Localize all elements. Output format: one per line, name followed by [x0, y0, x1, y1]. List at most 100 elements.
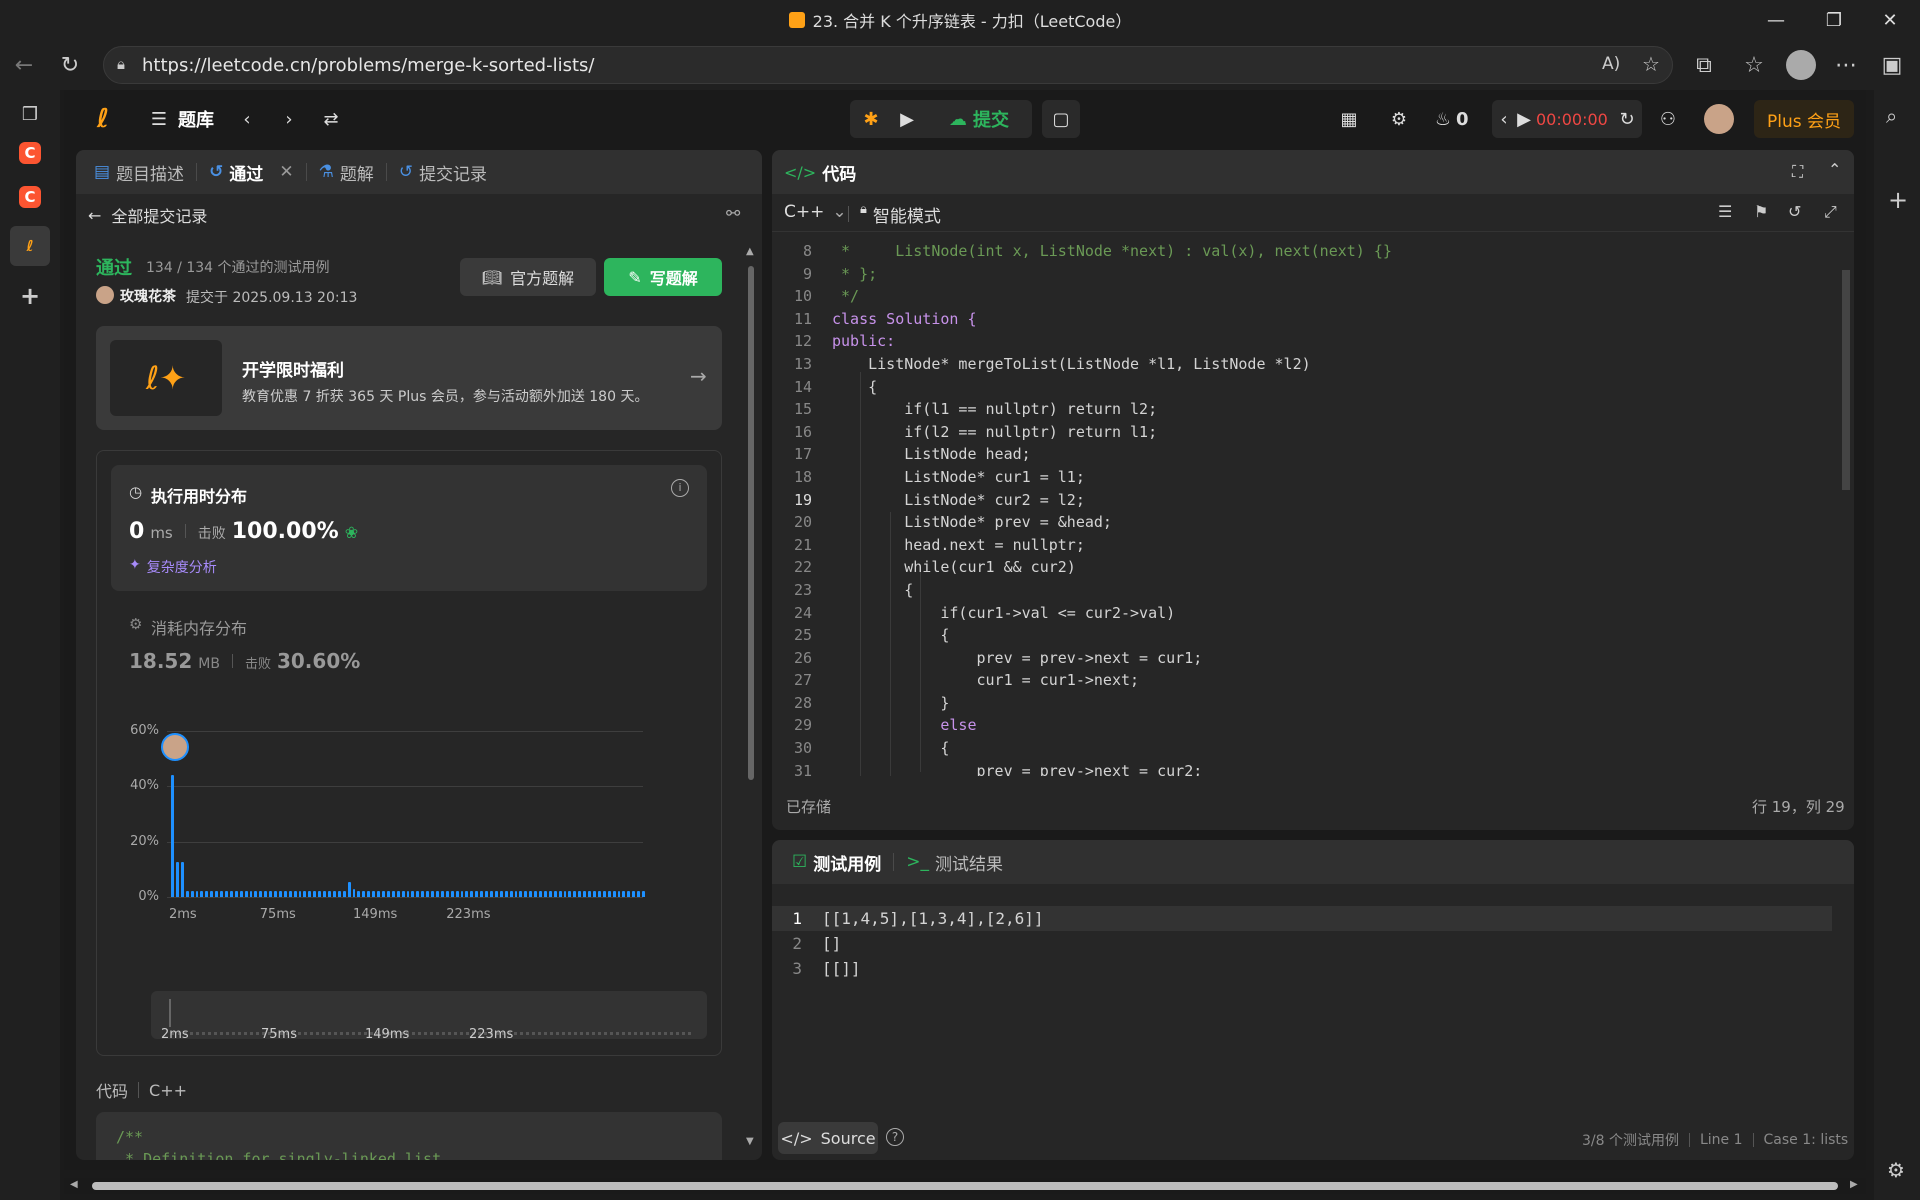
chart-bar[interactable] [313, 891, 317, 897]
source-button[interactable]: </> Source [778, 1122, 878, 1154]
chart-bar[interactable] [504, 891, 508, 897]
chart-bar[interactable] [494, 891, 498, 897]
chart-bar[interactable] [445, 891, 449, 897]
bookmark-icon[interactable]: ⚑ [1754, 202, 1768, 221]
chart-bar[interactable] [553, 891, 557, 897]
invite-user-icon[interactable]: ⚇ [1654, 106, 1682, 132]
chart-bar[interactable] [435, 891, 439, 897]
profile-avatar[interactable] [1786, 50, 1816, 80]
help-icon[interactable]: ? [886, 1128, 904, 1146]
next-problem-icon[interactable]: › [276, 106, 302, 132]
code-editor[interactable]: 8 * ListNode(int x, ListNode *next) : va… [772, 242, 1836, 776]
debug-icon[interactable]: ✱ [854, 102, 888, 136]
chart-bar[interactable] [401, 891, 405, 897]
chart-bar[interactable] [588, 891, 592, 897]
chart-bar[interactable] [642, 891, 645, 897]
streak-fire-icon[interactable]: ♨ [1432, 106, 1454, 132]
timer-play-icon[interactable]: ▶ [1514, 106, 1534, 132]
chart-bar[interactable] [480, 891, 484, 897]
chart-bar[interactable] [293, 891, 297, 897]
tab-csdn-icon-2[interactable]: C [19, 186, 41, 208]
chart-bar[interactable] [244, 891, 248, 897]
left-scrollbar[interactable]: ▲ ▼ [746, 246, 756, 1152]
chart-bar[interactable] [185, 891, 189, 897]
user-position-avatar[interactable] [161, 733, 189, 762]
chart-bar[interactable] [337, 891, 341, 897]
scroll-right-icon[interactable]: ▶ [1850, 1179, 1858, 1190]
tab-description[interactable]: ▤ 题目描述 [82, 150, 196, 194]
chart-bar[interactable] [259, 891, 263, 897]
chart-bar[interactable] [264, 891, 268, 897]
runtime-card[interactable]: ◷ 执行用时分布 i 0 ms 击败 100.00% ❀ ✦ 复杂度分析 [111, 465, 707, 591]
language-select[interactable]: C++ ⌄ [784, 202, 847, 222]
chart-bar[interactable] [180, 862, 184, 897]
close-tab-icon[interactable]: ✕ [279, 162, 293, 182]
more-icon[interactable]: ⋯ [1826, 45, 1866, 85]
chart-bar[interactable] [534, 891, 538, 897]
sidebar-toggle-icon[interactable]: ▣ [1872, 45, 1912, 85]
favorites-icon[interactable]: ☆ [1734, 45, 1774, 85]
chart-bar[interactable] [426, 891, 430, 897]
close-icon[interactable]: ✕ [1862, 0, 1918, 40]
scroll-thumb[interactable] [748, 266, 754, 780]
chart-bar[interactable] [593, 891, 596, 897]
chart-bar[interactable] [342, 891, 346, 897]
prev-problem-icon[interactable]: ‹ [234, 106, 260, 132]
chart-bar[interactable] [303, 891, 307, 897]
scroll-thumb[interactable] [92, 1182, 1838, 1190]
back-icon[interactable]: ← [4, 45, 44, 85]
chart-bar[interactable] [328, 891, 331, 897]
tab-solutions[interactable]: ⚗ 题解 [307, 150, 386, 194]
range-handle[interactable] [169, 999, 171, 1027]
star-icon[interactable]: ☆ [1642, 52, 1660, 76]
chart-bar[interactable] [215, 891, 219, 897]
format-icon[interactable]: ☰ [1718, 202, 1732, 221]
chart-bar[interactable] [519, 891, 523, 897]
chart-bar[interactable] [332, 891, 336, 897]
chart-bar[interactable] [278, 891, 282, 897]
chart-bar[interactable] [269, 891, 273, 897]
chart-bar[interactable] [362, 891, 366, 897]
chart-bar[interactable] [318, 891, 322, 897]
chart-bar[interactable] [632, 891, 636, 897]
tab-leetcode-icon[interactable]: ℓ [10, 226, 50, 266]
chart-bar[interactable] [352, 888, 356, 897]
chart-bar[interactable] [288, 891, 292, 897]
search-icon[interactable]: ⌕ [1886, 104, 1897, 128]
chart-bar[interactable] [220, 891, 223, 897]
info-icon[interactable]: i [671, 479, 689, 497]
timer-collapse-icon[interactable]: ‹ [1494, 106, 1514, 132]
chart-bar[interactable] [190, 891, 194, 897]
chart-bar[interactable] [465, 891, 469, 897]
submitter-name[interactable]: 玫瑰花茶 [120, 286, 176, 306]
chart-bar[interactable] [524, 891, 528, 897]
chart-bar[interactable] [224, 891, 228, 897]
chart-bar[interactable] [283, 891, 287, 897]
random-problem-icon[interactable]: ⇄ [318, 106, 344, 132]
scroll-down-icon[interactable]: ▼ [746, 1136, 754, 1147]
problem-list-link[interactable]: 题库 [178, 106, 214, 132]
scroll-up-icon[interactable]: ▲ [746, 246, 754, 257]
submit-button[interactable]: ☁ 提交 [930, 102, 1028, 136]
chart-bar[interactable] [382, 891, 385, 897]
chart-bar[interactable] [583, 891, 587, 897]
problem-list-icon[interactable]: ☰ [146, 106, 172, 132]
chart-bar[interactable] [229, 891, 233, 897]
chart-bar[interactable] [607, 891, 611, 897]
chart-bar[interactable] [475, 891, 479, 897]
chart-bar[interactable] [578, 891, 582, 897]
lock-icon[interactable]: 🔒︎ [117, 55, 125, 73]
fullscreen-icon[interactable]: ⛶ [1792, 162, 1803, 182]
layout-icon[interactable]: ▦ [1336, 106, 1362, 132]
notes-icon[interactable]: ▢ [1042, 100, 1080, 138]
chart-bar[interactable] [597, 891, 601, 897]
user-avatar[interactable] [1704, 104, 1734, 134]
testcase-editor[interactable]: 1 [[1,4,5],[1,3,4],[2,6]] 2 [] 3 [[]] [772, 906, 1832, 986]
chart-bar[interactable] [200, 891, 204, 897]
tab-accepted[interactable]: ↺ 通过 ✕ [197, 150, 306, 194]
chart-bar[interactable] [612, 891, 616, 897]
leetcode-logo[interactable]: ℓ [88, 104, 118, 134]
read-aloud-icon[interactable]: A) [1602, 54, 1620, 74]
chart-bar[interactable] [573, 891, 577, 897]
chart-bar[interactable] [357, 891, 361, 897]
